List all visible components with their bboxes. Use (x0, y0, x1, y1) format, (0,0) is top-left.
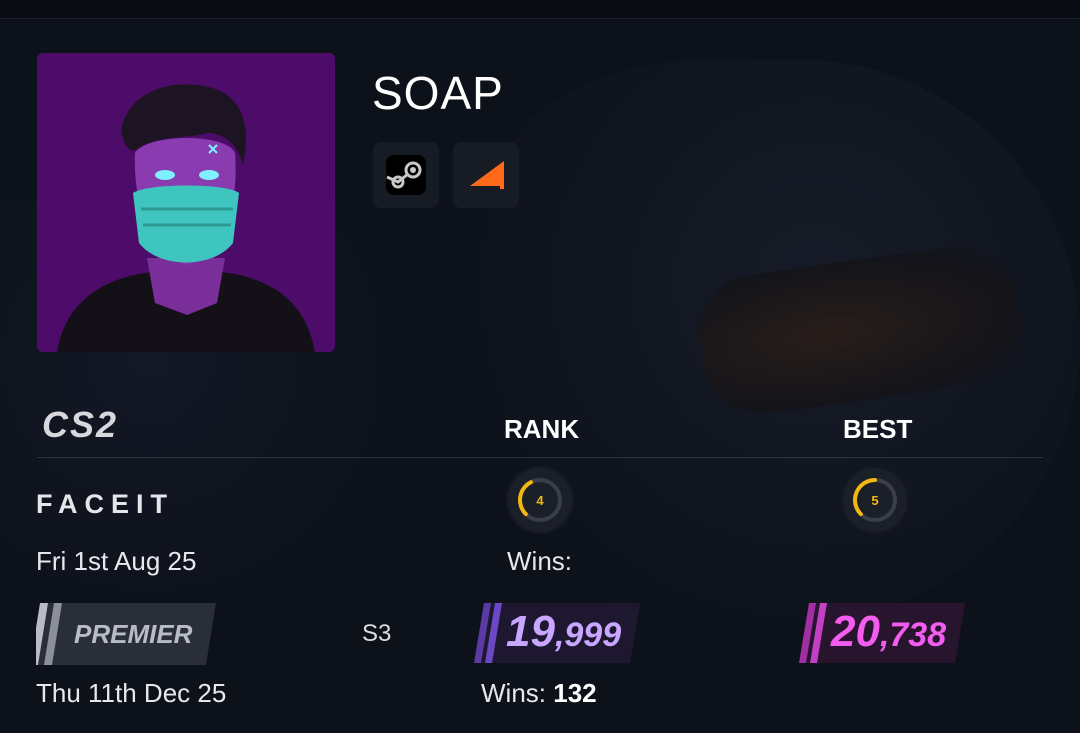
faceit-date: Fri 1st Aug 25 (36, 546, 197, 576)
faceit-icon (470, 161, 504, 189)
cs2-logo: CS2 (40, 404, 152, 447)
steam-icon (386, 155, 426, 195)
rank-rating-minor: ,999 (554, 616, 622, 654)
premier-wins-label: Wins: (481, 678, 546, 708)
premier-wins: Wins: 132 (481, 678, 597, 709)
svg-text:CS2: CS2 (42, 408, 118, 442)
header-divider (37, 457, 1043, 458)
best-header: BEST (843, 414, 913, 444)
faceit-logo: FACEIT (36, 488, 220, 523)
best-rating-minor: ,738 (879, 616, 947, 654)
avatar-illustration (37, 53, 335, 352)
steam-profile-button[interactable] (373, 142, 439, 208)
rank-rating-major: 19 (506, 607, 555, 656)
faceit-rank-level-value: 4 (536, 493, 544, 508)
faceit-wins-label: Wins: (507, 546, 572, 576)
svg-text:PREMIER: PREMIER (74, 619, 193, 649)
svg-text:FACEIT: FACEIT (36, 489, 174, 518)
faceit-rank-level-badge: 4 (508, 468, 572, 532)
premier-date: Thu 11th Dec 25 (36, 678, 227, 708)
premier-wins-value: 132 (553, 678, 597, 708)
faceit-profile-button[interactable] (453, 142, 519, 208)
rank-header: RANK (504, 414, 580, 444)
faceit-best-level-value: 5 (871, 493, 878, 508)
avatar (37, 53, 335, 352)
premier-season: S3 (362, 620, 392, 647)
best-rating-major: 20 (831, 607, 880, 656)
faceit-best-level-badge: 5 (843, 468, 907, 532)
level-ring-fill (518, 480, 533, 517)
player-name: SOAP (372, 67, 504, 119)
premier-logo: PREMIER (30, 603, 216, 670)
